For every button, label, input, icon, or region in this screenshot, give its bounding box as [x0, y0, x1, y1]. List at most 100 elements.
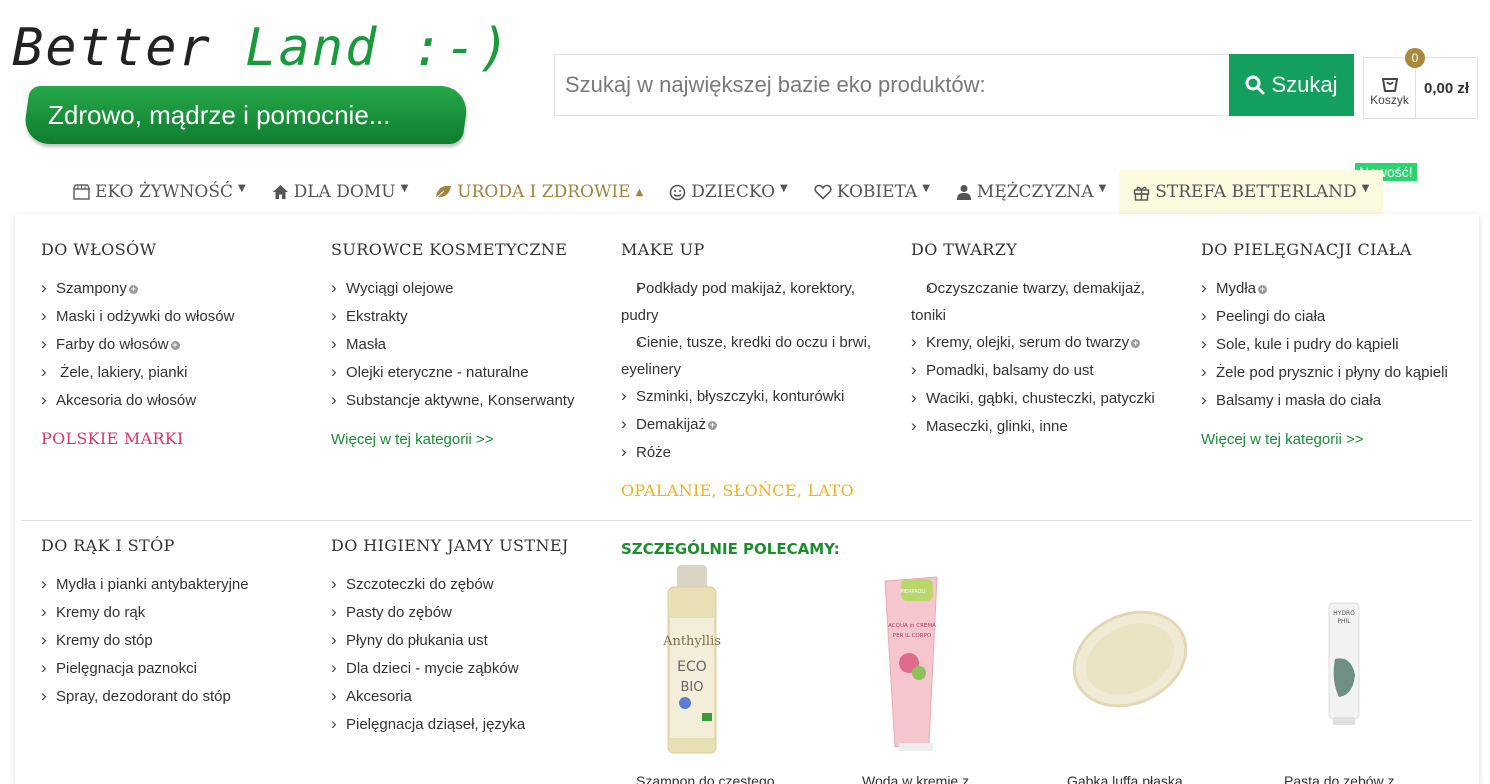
menu-item[interactable]: Maski i odżywki do włosów	[41, 302, 311, 331]
summer-sun-link[interactable]: OPALANIE, SŁOŃCE, LATO	[621, 481, 883, 500]
logo-slogan: Zdrowo, mądrze i pomocnie...	[48, 100, 391, 130]
product-card[interactable]: PIERPAOLI ACQUA in CREMA PER IL CORPO	[855, 563, 1025, 753]
menu-heading[interactable]: DO TWARZY	[911, 240, 1173, 259]
menu-item-label: Demakijaż	[636, 416, 707, 433]
expand-plus-icon[interactable]: +	[1131, 339, 1141, 348]
menu-item-label: Podkłady pod makijaż, korektory, pudry	[621, 280, 855, 324]
nav-label: URODA I ZDROWIE	[457, 182, 631, 202]
product-name[interactable]: Woda w kremie z	[862, 773, 969, 784]
menu-item[interactable]: Cienie, tusze, kredki do oczu i brwi, ey…	[621, 328, 883, 383]
menu-item[interactable]: Peelingi do ciała	[1201, 302, 1471, 331]
menu-item[interactable]: Akcesoria do włosów	[41, 386, 311, 415]
nav-dziecko[interactable]: DZIECKO ▼	[656, 170, 800, 214]
product-name[interactable]: Pasta do zębów z	[1284, 773, 1395, 784]
product-image[interactable]	[1045, 563, 1215, 755]
menu-item[interactable]: Dla dzieci - mycie ząbków	[331, 654, 601, 683]
nav-mezczyzna[interactable]: MĘŻCZYZNA ▼	[943, 170, 1119, 214]
menu-item[interactable]: Pielęgnacja paznokci	[41, 654, 311, 683]
product-label-text: Anthyllis	[662, 634, 721, 649]
menu-item-label: Substancje aktywne, Konserwanty	[346, 392, 575, 409]
menu-item-label: Olejki eteryczne - naturalne	[346, 364, 529, 381]
menu-item-label: Maseczki, glinki, inne	[926, 418, 1068, 435]
menu-item-label: Maski i odżywki do włosów	[56, 308, 235, 325]
menu-heading[interactable]: MAKE UP	[621, 240, 883, 259]
menu-item[interactable]: Demakijaż+	[621, 410, 883, 439]
menu-item[interactable]: Olejki eteryczne - naturalne	[331, 358, 601, 387]
store-icon	[73, 184, 90, 200]
menu-item[interactable]: Spray, dezodorant do stóp	[41, 682, 311, 711]
menu-item[interactable]: Sole, kule i pudry do kąpieli	[1201, 330, 1471, 359]
product-image[interactable]: Anthyllis ECO BIO	[640, 563, 810, 755]
menu-item[interactable]: Pielęgnacja dziąseł, języka	[331, 710, 601, 739]
menu-item[interactable]: Farby do włosów+	[41, 330, 311, 359]
menu-item-label: Szminki, błyszczyki, konturówki	[636, 388, 845, 405]
menu-item[interactable]: Wyciągi olejowe	[331, 274, 601, 303]
product-image[interactable]: PIERPAOLI ACQUA in CREMA PER IL CORPO	[855, 563, 1025, 755]
product-image[interactable]: HYDRO PHIL	[1255, 563, 1425, 755]
cart-label: Koszyk	[1370, 93, 1409, 107]
polish-brands-link[interactable]: POLSKIE MARKI	[41, 429, 311, 448]
product-card[interactable]: HYDRO PHIL	[1255, 563, 1425, 753]
menu-heading[interactable]: SUROWCE KOSMETYCZNE	[331, 240, 601, 259]
menu-item-label: Ekstrakty	[346, 308, 408, 325]
nav-strefa-betterland[interactable]: STREFA BETTERLAND ▼	[1119, 170, 1384, 214]
menu-item-label: Balsamy i masła do ciała	[1216, 392, 1382, 409]
menu-item[interactable]: Żele, lakiery, pianki	[41, 358, 311, 387]
menu-item[interactable]: Oczyszczanie twarzy, demakijaż, toniki	[911, 274, 1173, 329]
more-in-category-link[interactable]: Więcej w tej kategorii >>	[331, 431, 601, 448]
menu-item[interactable]: Substancje aktywne, Konserwanty	[331, 386, 601, 415]
menu-heading[interactable]: DO PIELĘGNACJI CIAŁA	[1201, 240, 1471, 259]
menu-item[interactable]: Szczoteczki do zębów	[331, 570, 601, 599]
menu-item-label: Pielęgnacja paznokci	[56, 660, 197, 677]
nav-uroda-i-zdrowie[interactable]: URODA I ZDROWIE ▲	[421, 170, 657, 214]
menu-item[interactable]: Maseczki, glinki, inne	[911, 412, 1173, 441]
search-input[interactable]	[554, 54, 1229, 116]
expand-plus-icon[interactable]: +	[708, 421, 718, 430]
menu-item[interactable]: Kremy do stóp	[41, 626, 311, 655]
site-logo[interactable]: Better Land :-) Zdrowo, mądrze i pomocni…	[12, 18, 510, 146]
menu-heading[interactable]: DO RĄK I STÓP	[41, 536, 311, 555]
menu-item[interactable]: Róże	[621, 438, 883, 467]
menu-item[interactable]: Mydła i pianki antybakteryjne	[41, 570, 311, 599]
caret-down-icon: ▼	[237, 182, 246, 194]
menu-item-label: Akcesoria	[346, 688, 412, 705]
menu-item-label: Peelingi do ciała	[1216, 308, 1326, 325]
menu-item[interactable]: Pasty do zębów	[331, 598, 601, 627]
more-in-category-link[interactable]: Więcej w tej kategorii >>	[1201, 431, 1471, 448]
menu-item[interactable]: Waciki, gąbki, chusteczki, patyczki	[911, 384, 1173, 413]
caret-down-icon: ▼	[400, 182, 409, 194]
expand-plus-icon[interactable]: +	[1258, 285, 1268, 294]
menu-item[interactable]: Balsamy i masła do ciała	[1201, 386, 1471, 415]
product-name[interactable]: Szampon do częstego	[636, 773, 775, 784]
menu-heading[interactable]: DO WŁOSÓW	[41, 240, 311, 259]
nav-dla-domu[interactable]: DLA DOMU ▼	[259, 170, 422, 214]
product-card[interactable]	[1045, 563, 1215, 753]
menu-item[interactable]: Masła	[331, 330, 601, 359]
search-button[interactable]: Szukaj	[1229, 54, 1354, 116]
menu-item[interactable]: Kremy, olejki, serum do twarzy+	[911, 328, 1173, 357]
gift-icon	[1133, 184, 1150, 201]
nav-kobieta[interactable]: KOBIETA ▼	[801, 170, 943, 214]
menu-item[interactable]: Ekstrakty	[331, 302, 601, 331]
menu-col-face: DO TWARZY Oczyszczanie twarzy, demakijaż…	[911, 240, 1173, 441]
product-card[interactable]: Anthyllis ECO BIO	[640, 563, 810, 755]
menu-item-label: Oczyszczanie twarzy, demakijaż, toniki	[911, 280, 1145, 324]
cart-icon-box[interactable]: Koszyk	[1364, 58, 1416, 118]
caret-down-icon: ▼	[922, 182, 930, 194]
menu-item[interactable]: Akcesoria	[331, 682, 601, 711]
logo-better: Better	[12, 18, 212, 78]
menu-item[interactable]: Mydła+	[1201, 274, 1471, 303]
menu-item[interactable]: Szminki, błyszczyki, konturówki	[621, 382, 883, 411]
expand-plus-icon[interactable]: +	[128, 285, 138, 294]
expand-plus-icon[interactable]: +	[170, 341, 180, 350]
menu-item[interactable]: Pomadki, balsamy do ust	[911, 356, 1173, 385]
product-name[interactable]: Gąbka luffa płaska	[1067, 773, 1183, 784]
menu-item[interactable]: Płyny do płukania ust	[331, 626, 601, 655]
menu-item[interactable]: Żele pod prysznic i płyny do kąpieli	[1201, 358, 1471, 387]
nav-eko-zywnosc[interactable]: EKO ŻYWNOŚĆ ▼	[60, 170, 259, 214]
menu-heading[interactable]: DO HIGIENY JAMY USTNEJ	[331, 536, 601, 555]
menu-item[interactable]: Szampony+	[41, 274, 311, 303]
cart-count-badge: 0	[1405, 48, 1425, 68]
menu-item[interactable]: Kremy do rąk	[41, 598, 311, 627]
menu-item[interactable]: Podkłady pod makijaż, korektory, pudry	[621, 274, 883, 329]
